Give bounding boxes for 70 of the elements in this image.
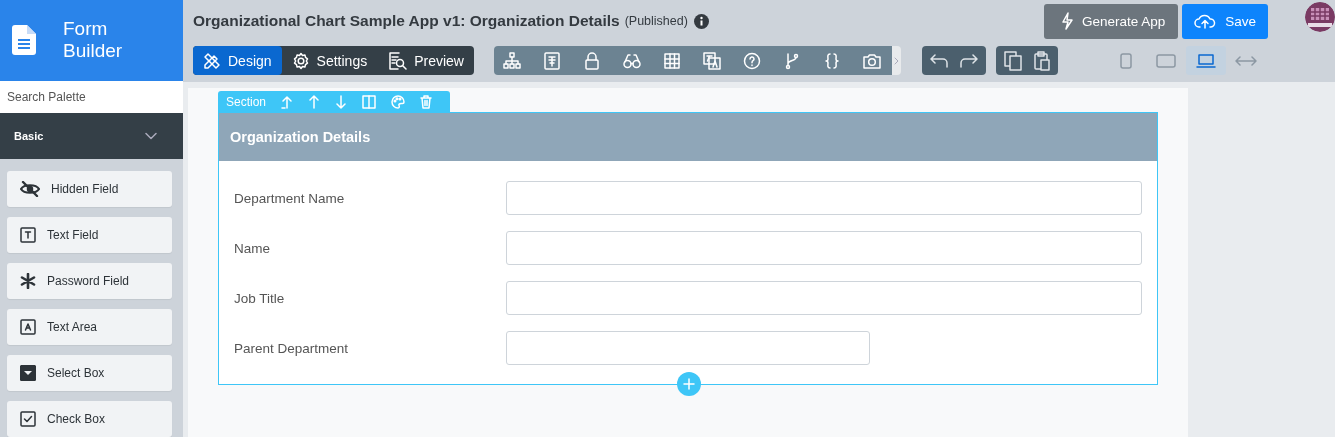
status-label: (Published) xyxy=(624,14,688,28)
translate-icon[interactable] xyxy=(703,51,721,70)
trash-icon[interactable] xyxy=(420,94,433,109)
palette-item[interactable]: Select Box xyxy=(7,355,172,391)
palette-item[interactable]: Text Field xyxy=(7,217,172,253)
document-search-icon xyxy=(387,50,408,71)
table-icon[interactable] xyxy=(663,51,681,70)
horizontal-arrows-icon[interactable] xyxy=(1235,54,1257,67)
move-top-icon[interactable] xyxy=(281,94,294,109)
field-label: Department Name xyxy=(234,190,346,206)
arrow-up-icon[interactable] xyxy=(308,94,321,109)
chevron-icon xyxy=(145,131,157,140)
pencil-ruler-icon xyxy=(203,51,221,70)
app-name: Form Builder xyxy=(63,18,123,63)
field-label: Job Title xyxy=(234,290,286,306)
text-field-icon xyxy=(20,227,36,243)
chevron-right-icon[interactable] xyxy=(894,56,899,65)
tablet-icon[interactable] xyxy=(1156,53,1176,68)
cloud-upload-icon xyxy=(1194,13,1217,29)
device-toggle[interactable] xyxy=(1186,46,1226,75)
checkbox-icon xyxy=(20,411,36,427)
asterisk-icon xyxy=(20,273,36,289)
select-box-icon xyxy=(20,365,36,381)
palette-item[interactable]: Text Area xyxy=(7,309,172,345)
arrow-down-icon[interactable] xyxy=(335,94,348,109)
search-field[interactable]: Search Palette xyxy=(0,81,183,113)
hidden-icon xyxy=(20,181,40,197)
paste-icon[interactable] xyxy=(1034,50,1050,71)
lock-icon[interactable] xyxy=(583,51,601,70)
text-area-icon xyxy=(20,319,36,335)
branch-icon[interactable] xyxy=(783,51,801,70)
info-icon[interactable] xyxy=(693,13,709,29)
input-field[interactable] xyxy=(506,331,870,365)
field-label: Parent Department xyxy=(234,340,350,356)
columns-icon[interactable] xyxy=(362,94,377,109)
sitemap-icon[interactable] xyxy=(503,51,521,70)
generate-app-button[interactable]: Generate App xyxy=(1043,3,1179,39)
lightning-icon xyxy=(1060,12,1073,30)
field-label: Name xyxy=(234,240,271,256)
section-title: Organization Details xyxy=(230,129,371,145)
document-icon[interactable] xyxy=(543,51,561,70)
input-field[interactable] xyxy=(506,231,1142,265)
palette-item[interactable]: Check Box xyxy=(7,401,172,437)
section-label: Section xyxy=(226,94,267,109)
add-button[interactable] xyxy=(677,372,701,396)
input-field[interactable] xyxy=(506,281,1142,315)
avatar[interactable] xyxy=(1305,2,1335,32)
laptop-icon[interactable] xyxy=(1196,52,1216,69)
palette-item[interactable]: Hidden Field xyxy=(7,171,172,207)
plus-icon xyxy=(683,378,695,390)
copy-icon[interactable] xyxy=(1004,50,1022,71)
tab[interactable]: Settings xyxy=(281,46,378,75)
palette-group-header[interactable]: Basic xyxy=(0,112,183,159)
phone-icon[interactable] xyxy=(1120,52,1132,69)
tab[interactable]: Preview xyxy=(377,46,474,75)
gear-icon xyxy=(291,51,310,70)
binoculars-icon[interactable] xyxy=(623,51,641,70)
page-title: Organizational Chart Sample App v1: Organization Details xyxy=(193,12,620,30)
palette-icon[interactable] xyxy=(391,94,406,109)
document-icon xyxy=(12,25,36,56)
undo-icon[interactable] xyxy=(930,53,948,68)
braces-icon[interactable] xyxy=(823,51,841,70)
help-icon[interactable] xyxy=(743,51,761,70)
save-button[interactable]: Save xyxy=(1182,3,1268,39)
camera-icon[interactable] xyxy=(863,51,881,70)
redo-icon[interactable] xyxy=(960,53,978,68)
group-label: Basic xyxy=(14,129,44,142)
input-field[interactable] xyxy=(506,181,1142,215)
palette-item[interactable]: Password Field xyxy=(7,263,172,299)
tab[interactable]: Design xyxy=(193,46,282,75)
